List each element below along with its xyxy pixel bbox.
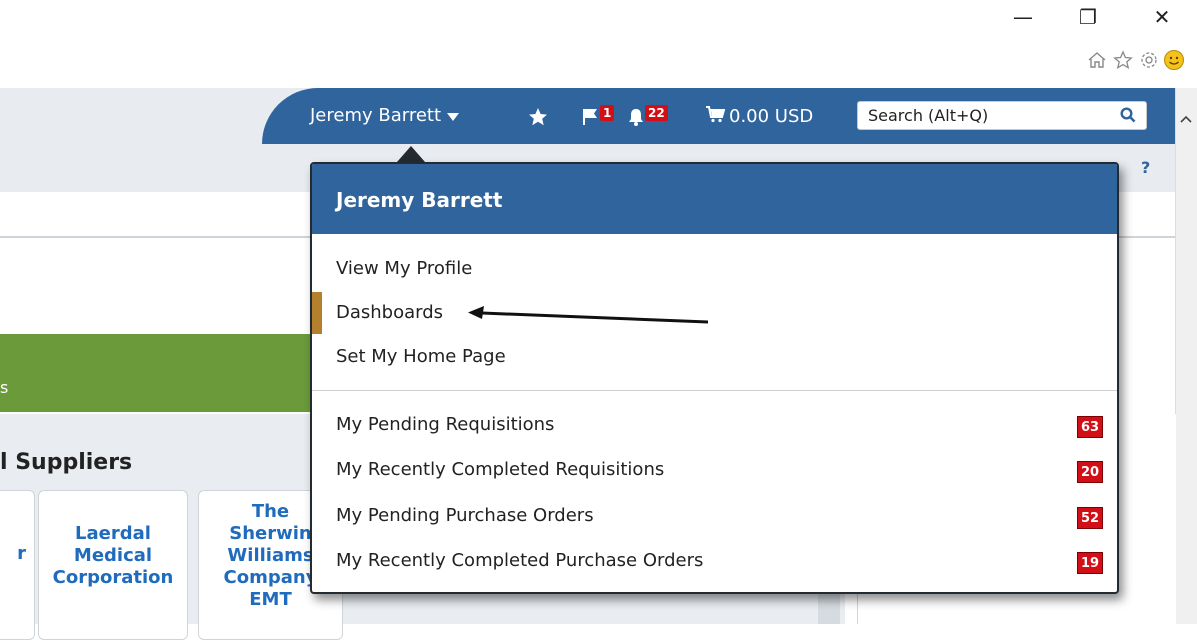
search-input[interactable] xyxy=(858,102,1118,128)
minimize-button[interactable]: — xyxy=(1003,2,1043,32)
chevron-down-icon xyxy=(447,105,460,126)
close-icon: ✕ xyxy=(1153,5,1171,29)
star-icon xyxy=(528,107,548,132)
flag-count-badge: 1 xyxy=(600,104,615,121)
green-banner-text: s xyxy=(0,378,9,397)
supplier-card[interactable]: r xyxy=(0,490,35,640)
help-button[interactable]: ? xyxy=(1141,158,1150,177)
cart-icon xyxy=(705,105,726,128)
menu-item-dashboards[interactable]: Dashboards xyxy=(336,302,443,323)
menu-item-pending-requisitions[interactable]: My Pending Requisitions xyxy=(336,414,554,435)
pending-requisitions-count: 63 xyxy=(1077,416,1103,438)
notifications-button[interactable]: 22 xyxy=(628,104,668,131)
scroll-up-icon[interactable] xyxy=(1175,108,1197,130)
flag-icon xyxy=(583,108,599,131)
supplier-card-label: r xyxy=(17,543,26,564)
menu-divider xyxy=(312,390,1117,391)
favorites-button[interactable] xyxy=(528,107,548,132)
smiley-feedback-icon[interactable] xyxy=(1162,48,1186,72)
global-search xyxy=(857,101,1147,130)
menu-item-completed-purchase-orders[interactable]: My Recently Completed Purchase Orders xyxy=(336,550,703,571)
user-dropdown-menu: Jeremy Barrett View My Profile Dashboard… xyxy=(310,162,1119,594)
annotation-arrow xyxy=(468,306,709,324)
active-item-marker xyxy=(312,292,322,334)
user-name-label: Jeremy Barrett xyxy=(310,105,442,126)
supplier-card[interactable]: Laerdal Medical Corporation xyxy=(38,490,188,640)
restore-button[interactable]: ❐ xyxy=(1068,2,1108,32)
settings-gear-icon[interactable] xyxy=(1137,48,1161,72)
menu-item-pending-purchase-orders[interactable]: My Pending Purchase Orders xyxy=(336,505,594,526)
favorites-star-icon[interactable] xyxy=(1111,48,1135,72)
menu-item-set-my-home-page[interactable]: Set My Home Page xyxy=(336,346,506,367)
cart-button[interactable]: 0.00 USD xyxy=(705,105,813,128)
page-scrollbar[interactable] xyxy=(1175,88,1197,624)
flags-button[interactable]: 1 xyxy=(583,104,615,131)
supplier-card-label: Laerdal Medical Corporation xyxy=(52,523,174,588)
minimize-icon: — xyxy=(1013,5,1033,29)
dropdown-caret xyxy=(397,146,425,162)
restore-icon: ❐ xyxy=(1079,5,1097,29)
pending-purchase-orders-count: 52 xyxy=(1077,507,1103,529)
user-menu-toggle[interactable]: Jeremy Barrett xyxy=(310,105,460,126)
completed-requisitions-count: 20 xyxy=(1077,461,1103,483)
menu-item-view-my-profile[interactable]: View My Profile xyxy=(336,258,472,279)
dropdown-header: Jeremy Barrett xyxy=(312,164,1117,234)
cart-total: 0.00 USD xyxy=(729,106,814,127)
dropdown-title: Jeremy Barrett xyxy=(336,188,503,212)
menu-item-completed-requisitions[interactable]: My Recently Completed Requisitions xyxy=(336,459,664,480)
home-icon[interactable] xyxy=(1085,48,1109,72)
completed-purchase-orders-count: 19 xyxy=(1077,552,1103,574)
bell-icon xyxy=(628,108,644,131)
supplier-card-label: The Sherwin Williams Company EMT xyxy=(223,501,318,610)
suppliers-title: l Suppliers xyxy=(0,450,133,475)
close-button[interactable]: ✕ xyxy=(1142,2,1182,32)
search-icon[interactable] xyxy=(1120,107,1136,127)
notification-count-badge: 22 xyxy=(645,104,668,121)
